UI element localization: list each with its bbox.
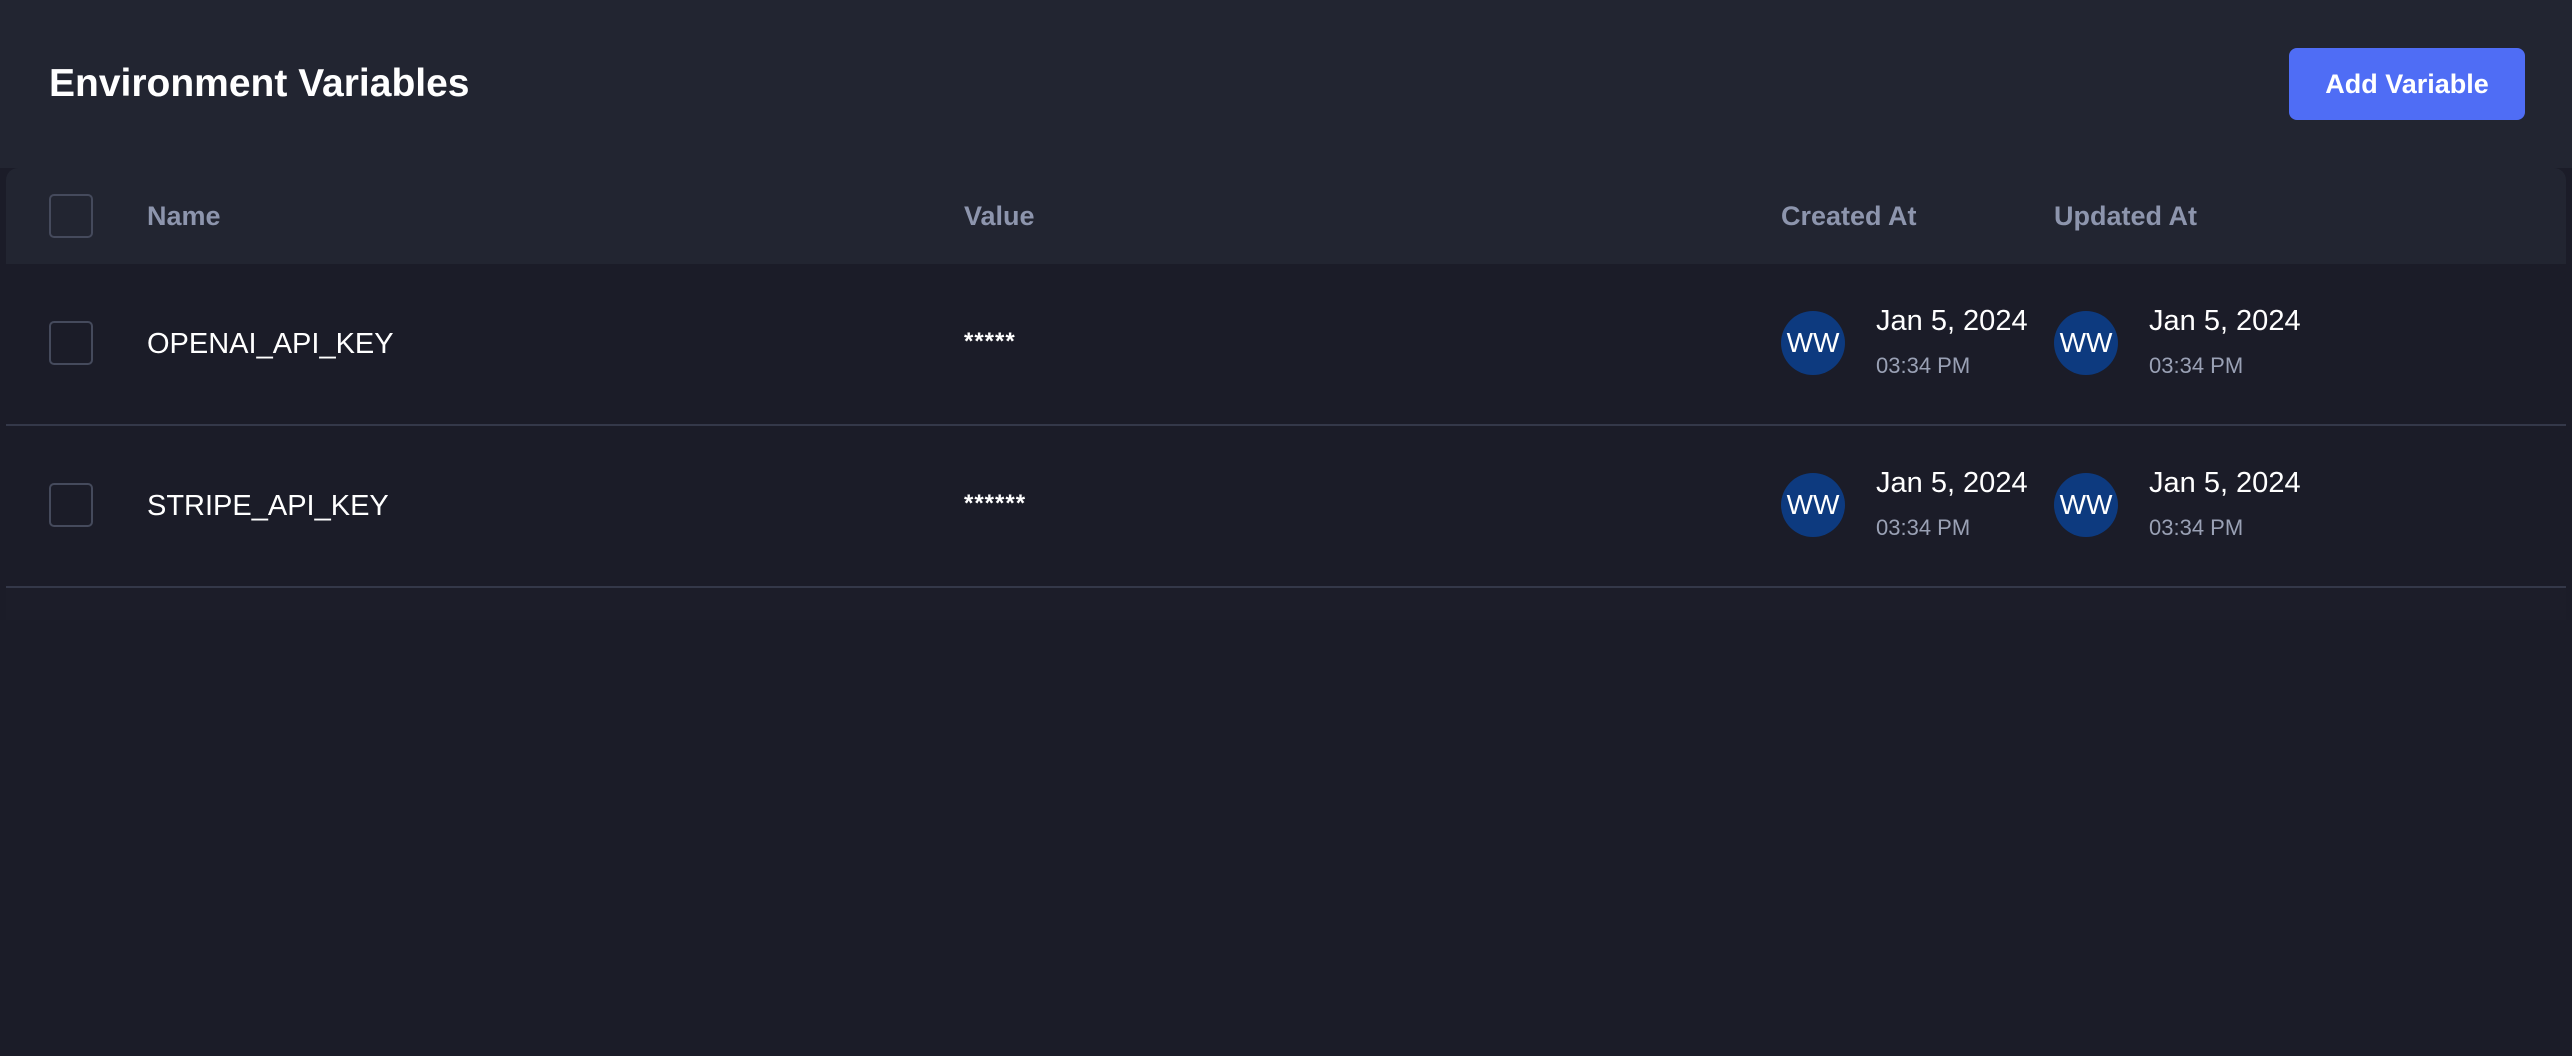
column-header-name[interactable]: Name (147, 200, 221, 232)
table-row[interactable]: OPENAI_API_KEY ***** WW Jan 5, 2024 03:3… (6, 264, 2566, 426)
row-checkbox[interactable] (49, 321, 93, 365)
variables-table: Name Value Created At Updated At OPENAI_… (6, 168, 2566, 620)
updated-by-avatar: WW (2054, 311, 2118, 375)
variable-name: STRIPE_API_KEY (147, 490, 389, 522)
created-time: 03:34 PM (1876, 515, 1971, 540)
created-by-avatar: WW (1781, 311, 1845, 375)
updated-date: Jan 5, 2024 (2149, 467, 2301, 499)
created-date: Jan 5, 2024 (1876, 467, 2028, 499)
created-time: 03:34 PM (1876, 353, 1971, 378)
created-by-avatar: WW (1781, 473, 1845, 537)
column-header-created-at[interactable]: Created At (1781, 200, 1917, 232)
row-checkbox[interactable] (49, 483, 93, 527)
page-title: Environment Variables (49, 62, 470, 105)
variable-name: OPENAI_API_KEY (147, 328, 394, 360)
created-date: Jan 5, 2024 (1876, 305, 2028, 337)
updated-time: 03:34 PM (2149, 353, 2244, 378)
select-all-checkbox[interactable] (49, 194, 93, 238)
table-header: Name Value Created At Updated At (6, 168, 2566, 264)
updated-date: Jan 5, 2024 (2149, 305, 2301, 337)
variable-value: ****** (964, 490, 1027, 517)
page-header: Environment Variables Add Variable (0, 0, 2572, 168)
updated-time: 03:34 PM (2149, 515, 2244, 540)
variable-value: ***** (964, 328, 1016, 355)
column-header-updated-at[interactable]: Updated At (2054, 200, 2197, 232)
column-header-value[interactable]: Value (964, 200, 1035, 232)
add-variable-button[interactable]: Add Variable (2289, 48, 2525, 120)
table-row[interactable]: STRIPE_API_KEY ****** WW Jan 5, 2024 03:… (6, 426, 2566, 588)
updated-by-avatar: WW (2054, 473, 2118, 537)
